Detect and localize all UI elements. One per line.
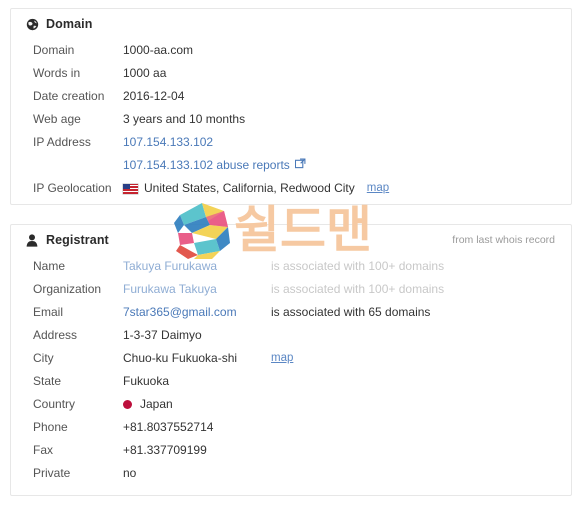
row-label-private: Private — [33, 466, 71, 480]
table-row: Fax +81.337709199 — [11, 439, 571, 462]
registrant-name-link[interactable]: Takuya Furukawa — [123, 255, 217, 278]
row-label-domain: Domain — [33, 43, 75, 57]
table-row: IP Geolocation United States, California… — [11, 177, 571, 200]
row-value-phone: +81.8037552714 — [123, 420, 214, 434]
table-row: Private no — [11, 462, 571, 485]
table-row: 107.154.133.102 abuse reports — [11, 154, 571, 177]
domain-card-title: Domain — [46, 17, 93, 31]
domain-card-header: Domain — [11, 9, 571, 39]
row-value-words-in: 1000 aa — [123, 66, 167, 80]
table-row: Email 7star365@gmail.com is associated w… — [11, 301, 571, 324]
registrant-email-link[interactable]: 7star365@gmail.com — [123, 301, 237, 324]
whois-result-page: Domain Domain 1000-aa.com Words in 1000 … — [0, 0, 582, 507]
external-link-icon[interactable] — [294, 154, 306, 177]
email-association-note: is associated with 65 domains — [271, 305, 431, 319]
row-value-address: 1-3-37 Daimyo — [123, 328, 202, 342]
row-label-city: City — [33, 351, 54, 365]
registrant-rows: Name Takuya Furukawa is associated with … — [11, 255, 571, 491]
table-row: Phone +81.8037552714 — [11, 416, 571, 439]
table-row: IP Address 107.154.133.102 — [11, 131, 571, 154]
table-row: Name Takuya Furukawa is associated with … — [11, 255, 571, 278]
geolocation-text: United States, California, Redwood City — [144, 181, 355, 195]
row-label-country: Country — [33, 397, 76, 411]
table-row: Domain 1000-aa.com — [11, 39, 571, 62]
row-label-address: Address — [33, 328, 78, 342]
organization-association-note: is associated with 100+ domains — [271, 282, 445, 296]
domain-card: Domain Domain 1000-aa.com Words in 1000 … — [10, 8, 572, 205]
row-label-state: State — [33, 374, 62, 388]
row-value-city: Chuo-ku Fukuoka-shi — [123, 351, 238, 365]
registrant-card-title: Registrant — [46, 233, 109, 247]
row-label-words-in: Words in — [33, 66, 81, 80]
whois-source-note: from last whois record — [452, 234, 555, 246]
row-label-organization: Organization — [33, 282, 102, 296]
ip-address-link[interactable]: 107.154.133.102 — [123, 131, 213, 154]
row-value-private: no — [123, 466, 137, 480]
table-row: Web age 3 years and 10 months — [11, 108, 571, 131]
row-value-date-creation: 2016-12-04 — [123, 89, 185, 103]
row-label-email: Email — [33, 305, 64, 319]
row-value-fax: +81.337709199 — [123, 443, 207, 457]
row-label-fax: Fax — [33, 443, 54, 457]
row-value-country: Japan — [140, 397, 173, 411]
table-row: Date creation 2016-12-04 — [11, 85, 571, 108]
name-association-note: is associated with 100+ domains — [271, 259, 445, 273]
row-label-web-age: Web age — [33, 112, 81, 126]
table-row: Address 1-3-37 Daimyo — [11, 324, 571, 347]
registrant-organization-link[interactable]: Furukawa Takuya — [123, 278, 217, 301]
table-row: City Chuo-ku Fukuoka-shi map — [11, 347, 571, 370]
table-row: Country Japan — [11, 393, 571, 416]
table-row: Organization Furukawa Takuya is associat… — [11, 278, 571, 301]
row-label-name: Name — [33, 259, 66, 273]
abuse-reports-link[interactable]: 107.154.133.102 abuse reports — [123, 154, 290, 177]
row-value-domain: 1000-aa.com — [123, 43, 194, 57]
table-row: Words in 1000 aa — [11, 62, 571, 85]
geolocation-map-link[interactable]: map — [367, 177, 389, 200]
row-value-web-age: 3 years and 10 months — [123, 112, 246, 126]
jp-flag-icon — [123, 400, 132, 409]
row-value-state: Fukuoka — [123, 374, 170, 388]
table-row: State Fukuoka — [11, 370, 571, 393]
registrant-card-header: Registrant from last whois record — [11, 225, 571, 255]
row-label-ip-geolocation: IP Geolocation — [33, 181, 112, 195]
user-icon — [25, 233, 39, 247]
row-label-ip-address: IP Address — [33, 135, 91, 149]
globe-icon — [25, 17, 39, 31]
row-label-phone: Phone — [33, 420, 68, 434]
registrant-card: Registrant from last whois record Name T… — [10, 224, 572, 496]
city-map-link[interactable]: map — [271, 347, 293, 370]
domain-rows: Domain 1000-aa.com Words in 1000 aa Date… — [11, 39, 571, 206]
us-flag-icon — [123, 183, 138, 194]
row-label-date-creation: Date creation — [33, 89, 105, 103]
